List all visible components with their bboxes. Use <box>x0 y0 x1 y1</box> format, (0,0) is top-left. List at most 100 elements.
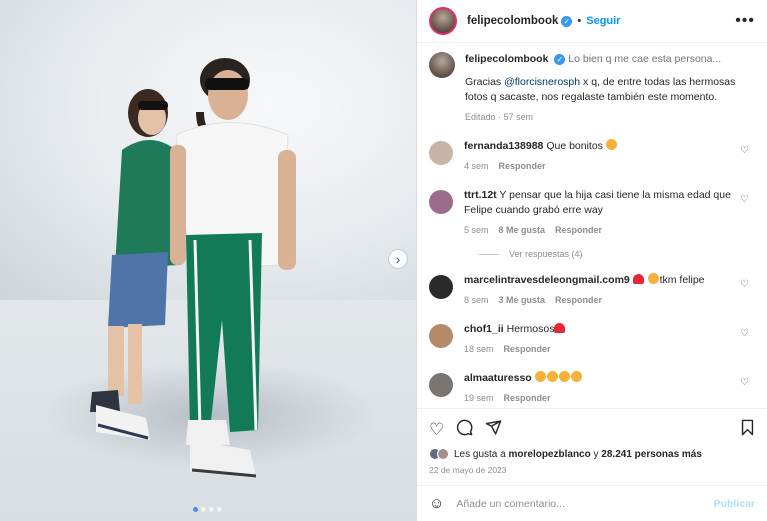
carousel-dot <box>217 507 222 512</box>
like-comment-heart-icon[interactable]: ♡ <box>740 377 749 388</box>
follow-button[interactable]: Seguir <box>586 15 620 27</box>
comment-text: Que bonitos <box>546 140 603 152</box>
avatar[interactable] <box>429 190 453 214</box>
comment-input[interactable] <box>456 497 714 510</box>
share-paper-plane-icon[interactable] <box>485 419 502 441</box>
emoji-smiley-icon[interactable]: ☺ <box>429 495 444 512</box>
avatar[interactable] <box>429 52 455 78</box>
like-comment-heart-icon[interactable]: ♡ <box>740 194 749 205</box>
chevron-right-icon: › <box>395 251 401 267</box>
heart-eyes-emoji-icon <box>558 371 570 382</box>
mention-link[interactable]: @florcisnerosph <box>504 76 580 88</box>
girl-figure <box>90 89 180 440</box>
more-options-icon[interactable]: ••• <box>735 12 755 30</box>
publish-button[interactable]: Publicar <box>714 498 755 510</box>
likes-connector: y <box>590 448 602 460</box>
like-comment-heart-icon[interactable]: ♡ <box>740 279 749 290</box>
likes-summary: Les gusta a morelopezblanco y 28.241 per… <box>429 448 755 460</box>
likes-count[interactable]: 28.241 personas más <box>601 449 702 460</box>
comment-username[interactable]: ttrt.12t <box>464 189 497 201</box>
like-comment-heart-icon[interactable]: ♡ <box>740 328 749 339</box>
comment-text: tkm felipe <box>659 274 705 286</box>
comment-body: fernanda138988 Que bonitos 4 sem Responde… <box>464 139 640 174</box>
comment-meta: 19 sem Responder <box>464 391 583 406</box>
next-photo-button[interactable]: › <box>388 249 408 269</box>
verified-badge-icon: ✓ <box>561 15 573 27</box>
caption-body: felipecolombook ✓ Lo bien q me cae esta … <box>465 52 755 125</box>
like-heart-icon[interactable]: ♡ <box>429 420 444 440</box>
comment-username[interactable]: almaaturesso <box>464 372 532 384</box>
add-comment-bar: ☺ Publicar <box>417 485 767 521</box>
carousel-dot <box>201 507 206 512</box>
comment-text: Y pensar que la hija casi tiene la misma… <box>464 189 731 216</box>
avatar[interactable] <box>429 7 457 35</box>
avatar <box>437 448 449 460</box>
avatar[interactable] <box>429 275 453 299</box>
caption-text: Gracias @florcisnerosph x q, de entre to… <box>465 75 755 105</box>
post-header: felipecolombook ✓ • Seguir ••• <box>417 0 767 43</box>
reply-button[interactable]: Responder <box>555 225 602 235</box>
post-side-panel: felipecolombook ✓ • Seguir ••• felipecol… <box>416 0 767 521</box>
comment-meta: 4 sem Responder <box>464 159 618 174</box>
view-replies-label: Ver respuestas (4) <box>509 249 583 259</box>
post-username[interactable]: felipecolombook <box>467 15 558 27</box>
post-photo[interactable]: › <box>0 0 416 521</box>
heart-eyes-emoji-icon <box>605 139 617 150</box>
view-replies-button[interactable]: Ver respuestas (4) <box>479 249 755 259</box>
comment-item: ttrt.12t Y pensar que la hija casi tiene… <box>429 188 755 238</box>
comment-body: chof1_ii Hermosos 18 sem Responder <box>464 322 588 357</box>
carousel-dot <box>209 507 214 512</box>
comment-likes[interactable]: 3 Me gusta <box>499 295 546 305</box>
comment-time: 18 sem <box>464 344 494 354</box>
comment-text: Hermosos <box>506 323 555 335</box>
like-comment-heart-icon[interactable]: ♡ <box>740 145 749 156</box>
carousel-dot <box>193 507 198 512</box>
heart-eyes-emoji-icon <box>546 371 558 382</box>
avatar[interactable] <box>429 324 453 348</box>
comments-scroll-area[interactable]: felipecolombook ✓ Lo bien q me cae esta … <box>417 44 767 409</box>
post-view: › felipecolombook ✓ • Seguir ••• felipec… <box>0 0 767 521</box>
photo-figures <box>90 58 296 478</box>
avatar[interactable] <box>429 373 453 397</box>
comment-username[interactable]: fernanda138988 <box>464 140 543 152</box>
caption-text-start: Gracias <box>465 76 505 88</box>
heart-eyes-emoji-icon <box>570 371 582 382</box>
red-heart-emoji-icon <box>554 323 566 333</box>
reply-button[interactable]: Responder <box>555 295 602 305</box>
separator-dot: • <box>577 15 582 27</box>
red-heart-emoji-icon <box>632 274 644 284</box>
comment-item: almaaturesso 19 sem Responder ♡ <box>429 371 755 406</box>
man-figure <box>170 58 296 478</box>
comment-body: ttrt.12t Y pensar que la hija casi tiene… <box>464 188 755 238</box>
comment-username[interactable]: chof1_ii <box>464 323 504 335</box>
comment-meta: 18 sem Responder <box>464 342 566 357</box>
heart-eyes-emoji-icon <box>534 371 546 382</box>
reply-button[interactable]: Responder <box>504 344 551 354</box>
carousel-indicator <box>193 507 222 512</box>
comment-likes[interactable]: 8 Me gusta <box>499 225 546 235</box>
comment-time: 5 sem <box>464 225 489 235</box>
action-icons: ♡ <box>429 419 755 441</box>
replies-divider <box>479 253 499 255</box>
comment-bubble-icon[interactable] <box>456 419 473 441</box>
reply-button[interactable]: Responder <box>504 393 551 403</box>
likes-prefix: Les gusta a <box>454 448 509 460</box>
caption-headline: Lo bien q me cae esta persona... <box>568 53 722 65</box>
comment-time: 19 sem <box>464 393 494 403</box>
comment-time: 4 sem <box>464 161 489 171</box>
caption-edited-time: Editado · 57 sem <box>465 112 534 122</box>
post-caption: felipecolombook ✓ Lo bien q me cae esta … <box>429 52 755 125</box>
caption-username[interactable]: felipecolombook <box>465 53 548 65</box>
liker-username[interactable]: morelopezblanco <box>508 449 590 460</box>
avatar[interactable] <box>429 141 453 165</box>
save-bookmark-icon[interactable] <box>740 419 755 441</box>
comment-username[interactable]: marcelintravesdeleongmail.com9 <box>464 274 630 286</box>
post-date: 22 de mayo de 2023 <box>429 465 507 475</box>
reply-button[interactable]: Responder <box>499 161 546 171</box>
comment-body: almaaturesso 19 sem Responder <box>464 371 605 406</box>
heart-eyes-emoji-icon <box>647 273 659 284</box>
comment-time: 8 sem <box>464 295 489 305</box>
likes-text: Les gusta a morelopezblanco y 28.241 per… <box>454 449 702 460</box>
post-actions: ♡ Les gusta a morelopezblanco y 28.241 p… <box>417 408 767 475</box>
comment-item: marcelintravesdeleongmail.com9 tkm felip… <box>429 273 755 308</box>
